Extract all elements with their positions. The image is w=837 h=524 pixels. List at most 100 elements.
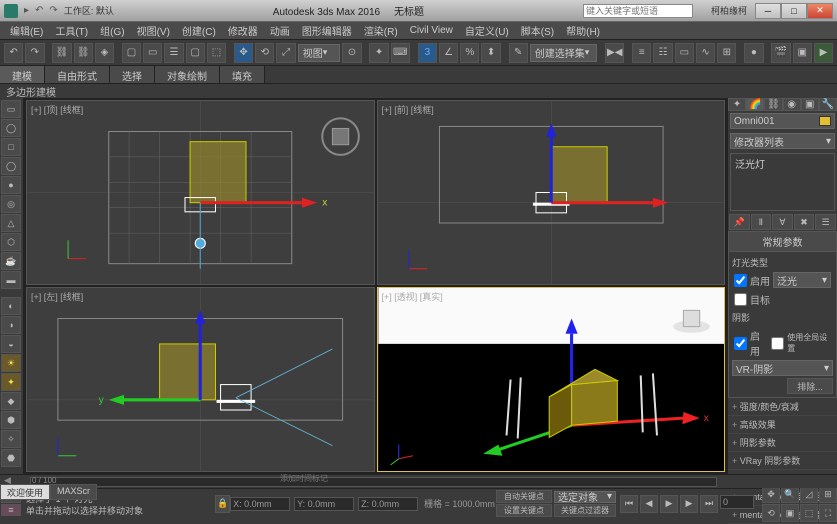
cmd-tab-motion[interactable]: ◉ (783, 98, 801, 111)
menu-customize[interactable]: 自定义(U) (459, 23, 515, 38)
tab-freeform[interactable]: 自由形式 (45, 66, 110, 83)
lt-cyl[interactable]: ◯ (1, 157, 21, 175)
menu-animation[interactable]: 动画 (264, 23, 296, 38)
current-frame-field[interactable]: 0 (720, 495, 754, 509)
link-button[interactable]: ⛓ (52, 43, 71, 63)
lt-teapot[interactable]: ☕ (1, 252, 21, 270)
menu-create[interactable]: 创建(C) (176, 23, 222, 38)
lock-selection-button[interactable]: 🔒 (215, 495, 230, 513)
maximize-button[interactable]: □ (781, 3, 807, 19)
autokey-button[interactable]: 自动关键点 (496, 490, 552, 503)
bind-spacewarp-button[interactable]: ◈ (95, 43, 114, 63)
rollout-general-params[interactable]: 常规参数 (728, 231, 837, 252)
play-button[interactable]: ▶ (660, 495, 678, 513)
selection-filter[interactable]: ▢ (122, 43, 141, 63)
goto-end-button[interactable]: ⏭ (700, 495, 718, 513)
layer-button[interactable]: ☷ (653, 43, 672, 63)
spinner-snap-button[interactable]: ⬍ (481, 43, 500, 63)
menu-help[interactable]: 帮助(H) (560, 23, 606, 38)
lt-c2[interactable]: ◑ (1, 316, 21, 334)
viewport-top[interactable]: [+] [顶] [线框] x (26, 100, 375, 285)
refcoord-dropdown[interactable]: 视图▾ (298, 44, 341, 62)
viewport-front[interactable]: [+] [前] [线框] (377, 100, 726, 285)
rotate-button[interactable]: ⟲ (255, 43, 274, 63)
schematic-button[interactable]: ⊞ (717, 43, 736, 63)
window-crossing-button[interactable]: ⬚ (207, 43, 226, 63)
qat-undo-icon[interactable]: ↶ (35, 5, 43, 16)
select-name-button[interactable]: ☰ (164, 43, 183, 63)
tab-objectpaint[interactable]: 对象绘制 (155, 66, 220, 83)
stack-config[interactable]: ☰ (815, 214, 836, 230)
rollout-advanced[interactable]: 高级效果 (728, 416, 837, 434)
cmd-tab-create[interactable]: ✦ (728, 98, 746, 111)
search-input[interactable] (583, 4, 693, 18)
stack-pin[interactable]: 📌 (729, 214, 750, 230)
nav-orbit-button[interactable]: ⟲ (762, 504, 780, 522)
menu-modifiers[interactable]: 修改器 (222, 23, 264, 38)
btab-maxscript[interactable]: MAXScr (50, 484, 97, 500)
named-selset-edit[interactable]: ✎ (509, 43, 528, 63)
lt-plane[interactable]: ▬ (1, 271, 21, 289)
redo-button[interactable]: ↷ (25, 43, 44, 63)
angle-snap-button[interactable]: ∠ (439, 43, 458, 63)
minimize-button[interactable]: ─ (755, 3, 781, 19)
named-selset-dropdown[interactable]: 创建选择集▾ (530, 44, 597, 62)
lt-light[interactable]: ☀ (1, 354, 21, 372)
cmd-tab-utilities[interactable]: 🔧 (819, 98, 837, 111)
tab-selection[interactable]: 选择 (110, 66, 155, 83)
viewport-left[interactable]: [+] [左] [线框] y (26, 287, 375, 472)
lt-geom[interactable]: ◯ (1, 119, 21, 137)
lt-sphere[interactable]: ● (1, 176, 21, 194)
rollout-vray-shadow[interactable]: VRay 阴影参数 (728, 452, 837, 470)
lt-tube[interactable]: ⬡ (1, 233, 21, 251)
lt-torus[interactable]: ◎ (1, 195, 21, 213)
menu-civilview[interactable]: Civil View (404, 25, 459, 36)
lt-c6[interactable]: ◆ (1, 392, 21, 410)
undo-button[interactable]: ↶ (4, 43, 23, 63)
shadow-type-dropdown[interactable]: VR-阴影▾ (732, 360, 833, 376)
target-checkbox[interactable] (734, 293, 747, 306)
lt-c1[interactable]: ◐ (1, 297, 21, 315)
pivot-button[interactable]: ⊙ (342, 43, 361, 63)
menu-edit[interactable]: 编辑(E) (4, 23, 49, 38)
lt-c3[interactable]: ◒ (1, 335, 21, 353)
next-frame-button[interactable]: ▶ (680, 495, 698, 513)
cmd-tab-hierarchy[interactable]: ⛓ (764, 98, 782, 111)
menu-group[interactable]: 组(G) (94, 23, 130, 38)
prev-frame-button[interactable]: ◀ (640, 495, 658, 513)
keyfilter-button[interactable]: 关键点过滤器 (554, 504, 616, 517)
lt-select[interactable]: ▭ (1, 100, 21, 118)
menu-script[interactable]: 脚本(S) (515, 23, 560, 38)
rollout-shadow-params[interactable]: 阴影参数 (728, 434, 837, 452)
align-button[interactable]: ≡ (632, 43, 651, 63)
menu-view[interactable]: 视图(V) (131, 23, 176, 38)
lt-c8[interactable]: ✧ (1, 430, 21, 448)
keymode-dropdown[interactable]: 选定对象▾ (554, 491, 616, 503)
timeline[interactable]: ◀ 0 / 100 (0, 474, 837, 488)
render-button[interactable]: ▶ (814, 43, 833, 63)
stack-unique[interactable]: ∀ (772, 214, 793, 230)
shadow-enable-checkbox[interactable] (734, 337, 747, 350)
goto-start-button[interactable]: ⏮ (620, 495, 638, 513)
qat-save-icon[interactable]: ▸ (24, 5, 29, 16)
object-name-field[interactable]: Omni001 (730, 113, 835, 129)
render-setup-button[interactable]: 🎬 (771, 43, 790, 63)
btab-welcome[interactable]: 欢迎使用 (0, 484, 50, 500)
lt-c7[interactable]: ⬢ (1, 411, 21, 429)
rendered-frame-button[interactable]: ▣ (793, 43, 812, 63)
coord-y[interactable]: Y: 0.0mm (294, 497, 354, 511)
curve-editor-button[interactable]: ∿ (696, 43, 715, 63)
tab-populate[interactable]: 填充 (220, 66, 265, 83)
rollout-intensity[interactable]: 强度/颜色/衰减 (728, 398, 837, 416)
coord-z[interactable]: Z: 0.0mm (358, 497, 418, 511)
modifier-list-dropdown[interactable]: 修改器列表▾ (730, 133, 835, 149)
lt-spot[interactable]: ✦ (1, 373, 21, 391)
move-button[interactable]: ✥ (234, 43, 253, 63)
enable-checkbox[interactable] (734, 274, 747, 287)
select-region-button[interactable]: ▢ (186, 43, 205, 63)
lt-box[interactable]: □ (1, 138, 21, 156)
exclude-button[interactable]: 排除... (787, 378, 833, 394)
modifier-stack-item[interactable]: 泛光灯 (731, 154, 834, 173)
close-button[interactable]: ✕ (807, 3, 833, 19)
nav-region-button[interactable]: ⬚ (800, 504, 818, 522)
